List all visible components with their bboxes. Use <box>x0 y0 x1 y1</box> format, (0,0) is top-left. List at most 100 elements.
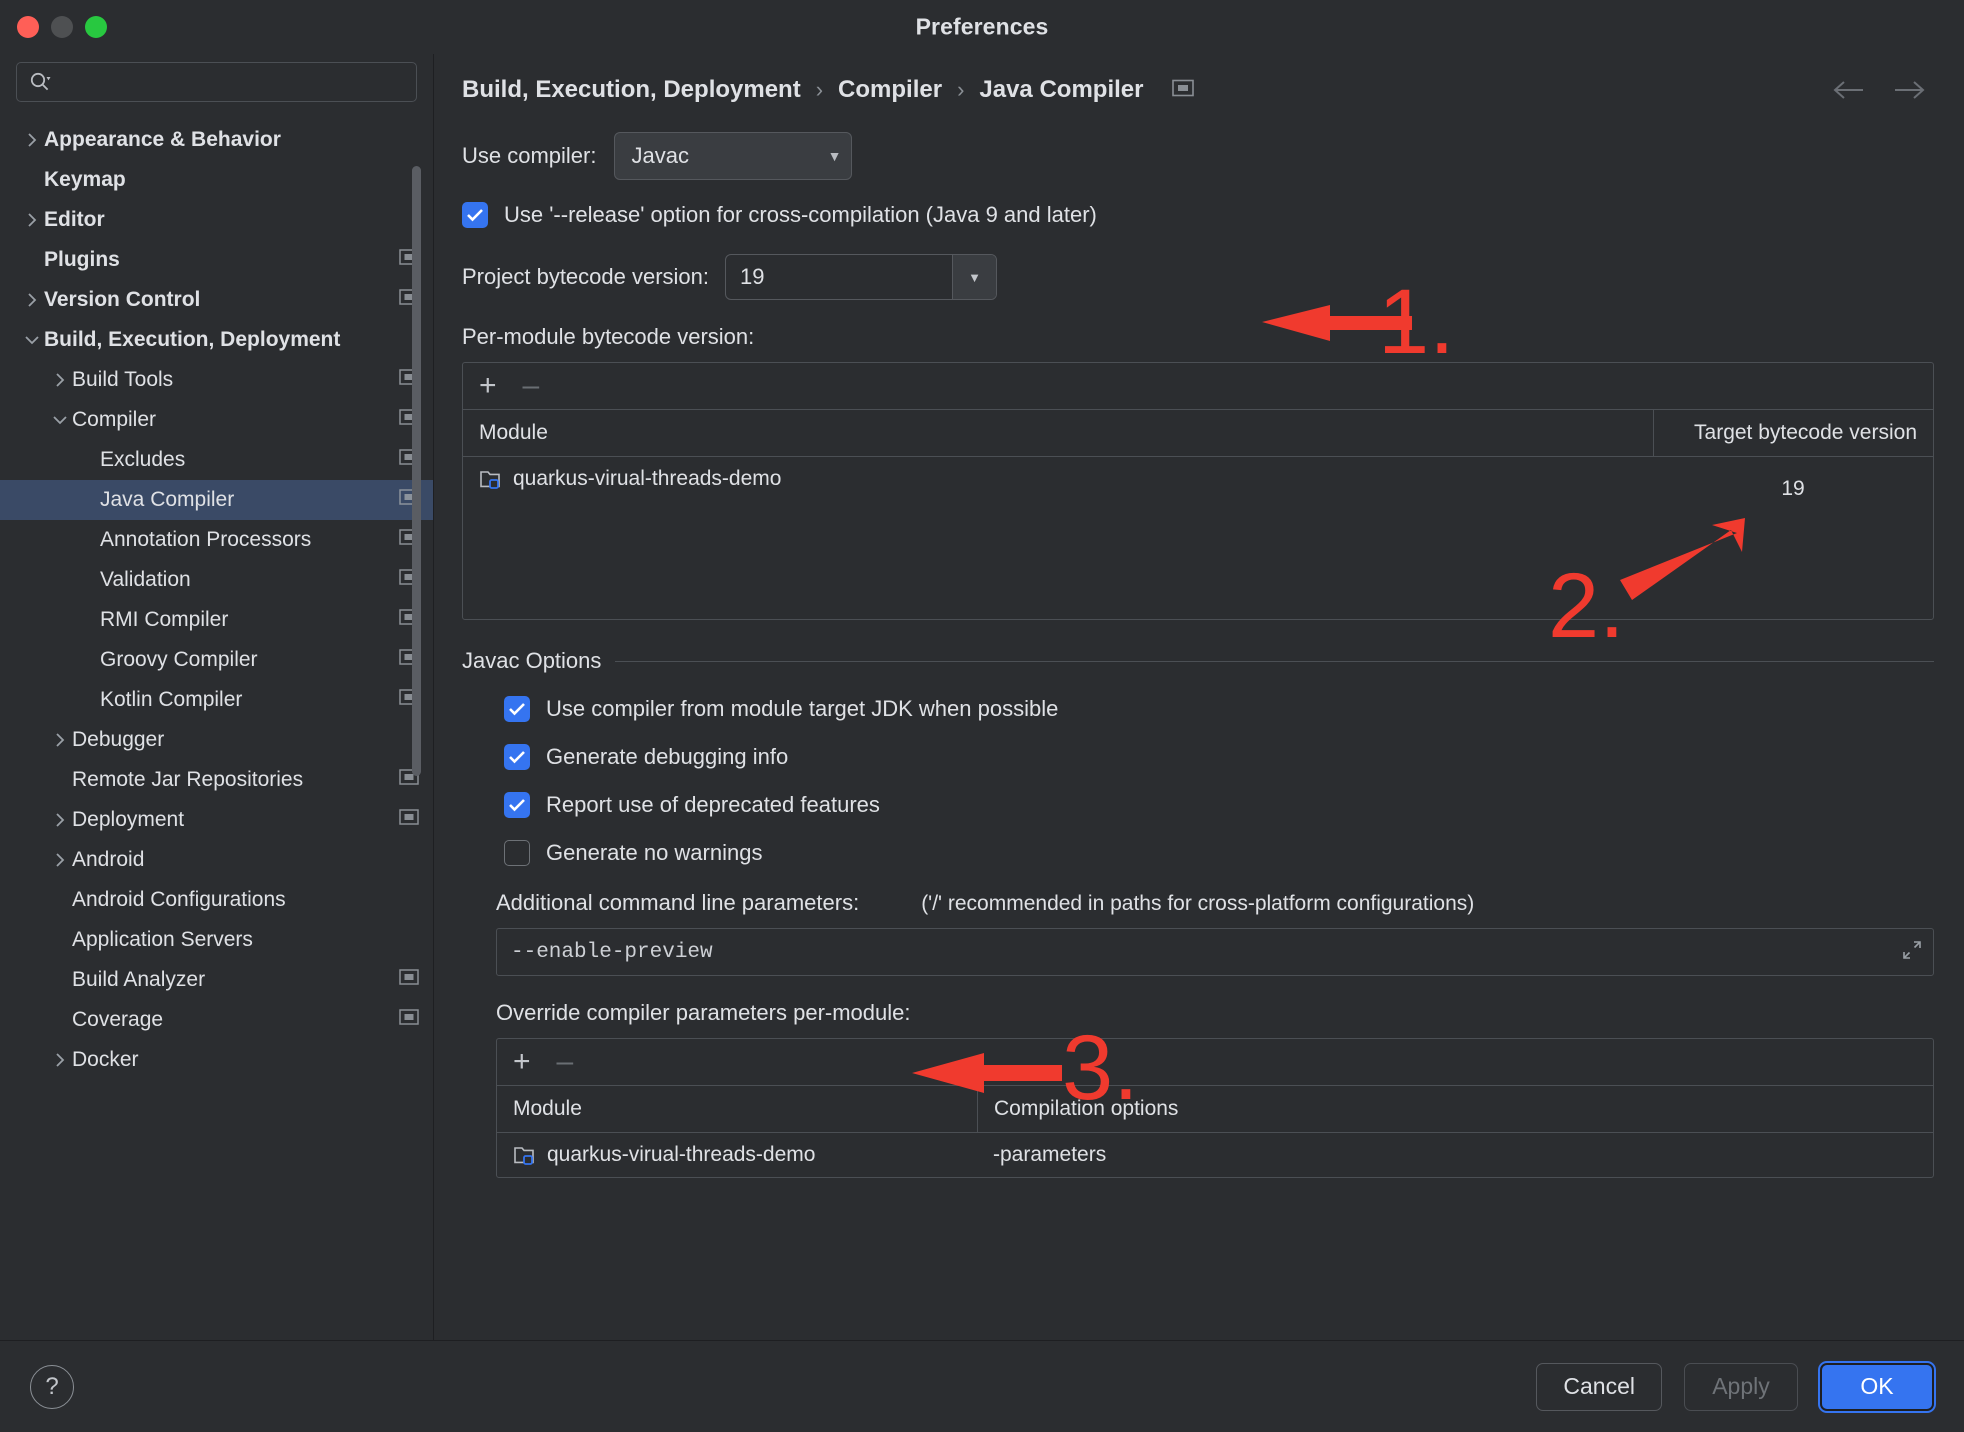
sidebar-item-groovy-compiler[interactable]: Groovy Compiler <box>0 640 433 680</box>
bytecode-table-empty-area <box>463 501 1933 619</box>
option-row-deprecated[interactable]: Report use of deprecated features <box>462 792 1934 818</box>
sidebar-item-build-tools[interactable]: Build Tools <box>0 360 433 400</box>
target-bytecode-cell[interactable]: 19 <box>1653 457 1933 501</box>
sidebar-item-build-analyzer[interactable]: Build Analyzer <box>0 960 433 1000</box>
expand-icon[interactable] <box>1901 939 1923 966</box>
column-header-target-bytecode[interactable]: Target bytecode version <box>1653 410 1933 456</box>
sidebar-item-android-configurations[interactable]: Android Configurations <box>0 880 433 920</box>
project-bytecode-value: 19 <box>740 264 765 289</box>
apply-button[interactable]: Apply <box>1684 1362 1798 1411</box>
arrow-right-icon[interactable] <box>1892 79 1926 101</box>
remove-module-button[interactable]: – <box>523 371 540 401</box>
sidebar-item-kotlin-compiler[interactable]: Kotlin Compiler <box>0 680 433 720</box>
chevron-down-icon: ▼ <box>827 148 842 164</box>
sidebar-item-excludes[interactable]: Excludes <box>0 440 433 480</box>
project-bytecode-spinner[interactable]: 19 ▼ <box>725 254 998 300</box>
chevron-right-icon[interactable] <box>48 1051 72 1069</box>
sidebar-item-keymap[interactable]: Keymap <box>0 160 433 200</box>
sidebar-item-version-control[interactable]: Version Control <box>0 280 433 320</box>
sidebar-item-label: Version Control <box>44 288 201 311</box>
sidebar-item-annotation-processors[interactable]: Annotation Processors <box>0 520 433 560</box>
breadcrumb-separator: › <box>957 77 965 102</box>
sidebar-item-build-execution-deployment[interactable]: Build, Execution, Deployment <box>0 320 433 360</box>
search-input[interactable] <box>57 71 404 93</box>
breadcrumb-item-0[interactable]: Build, Execution, Deployment <box>462 76 801 104</box>
sidebar-scrollbar[interactable] <box>412 166 421 776</box>
no-warnings-label: Generate no warnings <box>546 840 763 865</box>
sidebar-item-remote-jar-repositories[interactable]: Remote Jar Repositories <box>0 760 433 800</box>
column-header-module[interactable]: Module <box>463 410 1653 456</box>
sidebar-item-java-compiler[interactable]: Java Compiler <box>0 480 433 520</box>
per-module-label: Per-module bytecode version: <box>462 324 755 349</box>
sidebar-item-label: Remote Jar Repositories <box>72 768 304 791</box>
chevron-right-icon[interactable] <box>20 211 44 229</box>
cancel-button[interactable]: Cancel <box>1536 1362 1662 1411</box>
option-row-use-module-jdk[interactable]: Use compiler from module target JDK when… <box>462 696 1934 722</box>
debug-info-label: Generate debugging info <box>546 744 789 769</box>
option-row-no-warnings[interactable]: Generate no warnings <box>462 840 1934 866</box>
sidebar-item-label: Keymap <box>44 168 126 191</box>
sidebar-item-coverage[interactable]: Coverage <box>0 1000 433 1040</box>
javac-options-group: Javac Options Use compiler from module t… <box>462 648 1934 1178</box>
remove-override-button[interactable]: – <box>557 1047 574 1077</box>
sidebar-item-validation[interactable]: Validation <box>0 560 433 600</box>
deprecated-checkbox[interactable] <box>504 792 530 818</box>
sidebar-item-plugins[interactable]: Plugins <box>0 240 433 280</box>
sidebar-item-compiler[interactable]: Compiler <box>0 400 433 440</box>
chevron-down-icon[interactable] <box>20 333 44 347</box>
add-module-button[interactable]: + <box>479 371 497 401</box>
sidebar-item-appearance-behavior[interactable]: Appearance & Behavior <box>0 120 433 160</box>
sidebar-item-label: Debugger <box>72 728 165 751</box>
breadcrumb-item-1[interactable]: Compiler <box>838 76 942 104</box>
sidebar-item-label: Editor <box>44 208 105 231</box>
sidebar-item-label: Docker <box>72 1048 139 1071</box>
use-module-jdk-checkbox[interactable] <box>504 696 530 722</box>
chevron-right-icon[interactable] <box>48 731 72 749</box>
ok-button[interactable]: OK <box>1820 1362 1934 1411</box>
release-option-row[interactable]: Use '--release' option for cross-compila… <box>462 202 1934 228</box>
override-table: + – Module Compilation options quarkus-v… <box>496 1038 1934 1178</box>
sidebar-item-android[interactable]: Android <box>0 840 433 880</box>
sidebar-item-docker[interactable]: Docker <box>0 1040 433 1080</box>
table-row[interactable]: quarkus-virual-threads-demo -parameters <box>497 1133 1933 1177</box>
sidebar-item-rmi-compiler[interactable]: RMI Compiler <box>0 600 433 640</box>
chevron-down-icon[interactable] <box>48 413 72 427</box>
sidebar-item-label: Deployment <box>72 808 185 831</box>
settings-detail-pane: Build, Execution, Deployment › Compiler … <box>434 54 1964 1340</box>
option-row-debug-info[interactable]: Generate debugging info <box>462 744 1934 770</box>
debug-info-checkbox[interactable] <box>504 744 530 770</box>
column-header-module[interactable]: Module <box>497 1086 977 1132</box>
add-override-button[interactable]: + <box>513 1047 531 1077</box>
search-box[interactable] <box>16 62 417 102</box>
sidebar-item-application-servers[interactable]: Application Servers <box>0 920 433 960</box>
chevron-right-icon[interactable] <box>20 291 44 309</box>
use-compiler-select[interactable]: Javac ▼ <box>614 132 853 180</box>
project-bytecode-row: Project bytecode version: 19 ▼ <box>462 254 1934 300</box>
no-warnings-checkbox[interactable] <box>504 840 530 866</box>
help-button[interactable]: ? <box>30 1364 74 1409</box>
table-row[interactable]: quarkus-virual-threads-demo 19 <box>463 457 1933 501</box>
override-params-label: Override compiler parameters per-module: <box>496 1000 911 1025</box>
arrow-left-icon[interactable] <box>1832 79 1866 101</box>
project-scope-icon <box>399 1008 419 1032</box>
chevron-right-icon[interactable] <box>48 811 72 829</box>
compilation-options-cell[interactable]: -parameters <box>977 1133 1933 1177</box>
title-bar: Preferences <box>0 0 1964 54</box>
dialog-footer: ? Cancel Apply OK <box>0 1340 1964 1432</box>
sidebar-item-deployment[interactable]: Deployment <box>0 800 433 840</box>
chevron-right-icon[interactable] <box>20 131 44 149</box>
settings-sidebar: Appearance & Behavior Keymap Editor Plugins… <box>0 54 434 1340</box>
chevron-right-icon[interactable] <box>48 371 72 389</box>
sidebar-item-debugger[interactable]: Debugger <box>0 720 433 760</box>
javac-options-title: Javac Options <box>462 648 602 673</box>
sidebar-item-editor[interactable]: Editor <box>0 200 433 240</box>
column-header-compilation-options[interactable]: Compilation options <box>977 1086 1933 1132</box>
module-name: quarkus-virual-threads-demo <box>547 1143 816 1166</box>
javac-options-legend: Javac Options <box>462 648 1934 674</box>
sidebar-item-label: Application Servers <box>72 928 253 951</box>
settings-tree: Appearance & Behavior Keymap Editor Plugins… <box>0 116 433 1340</box>
release-option-checkbox[interactable] <box>462 202 488 228</box>
chevron-right-icon[interactable] <box>48 851 72 869</box>
chevron-down-icon[interactable]: ▼ <box>952 255 997 299</box>
additional-params-field[interactable]: --enable-preview <box>496 928 1934 976</box>
